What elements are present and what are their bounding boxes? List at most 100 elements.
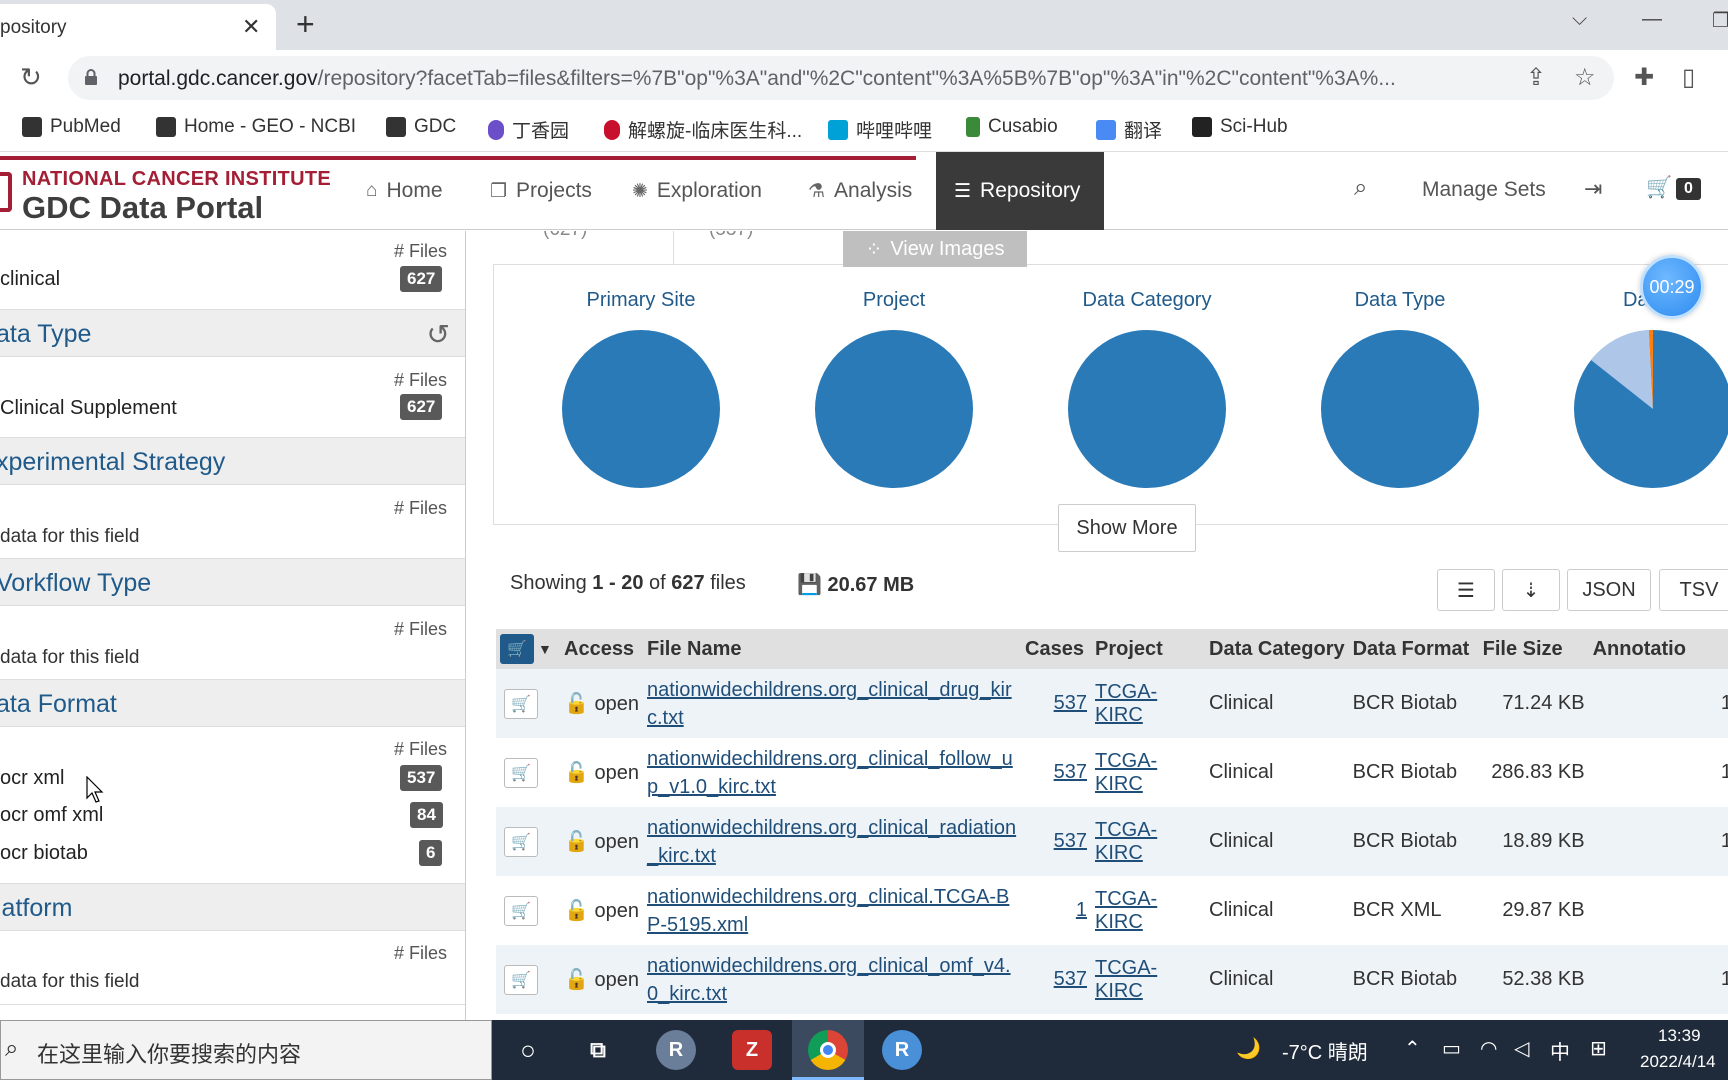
facet-term-bcr-xml[interactable]: ocr xml (0, 767, 64, 790)
tab-close-icon[interactable]: ✕ (242, 14, 260, 40)
facet-header-experimental-strategy[interactable]: xperimental Strategy (0, 437, 465, 485)
columns-menu-button[interactable]: ☰ (1437, 569, 1495, 611)
bookmark-jieluoxuan[interactable]: 解螺旋-临床医生科... (604, 116, 802, 143)
manage-sets-link[interactable]: Manage Sets (1422, 178, 1546, 202)
share-icon[interactable]: ⇪ (1526, 63, 1546, 92)
nci-title[interactable]: NATIONAL CANCER INSTITUTE (22, 168, 331, 191)
weather-moon-icon[interactable]: 🌙 (1236, 1036, 1261, 1061)
pie-data-type[interactable] (1320, 329, 1480, 489)
col-file-name[interactable]: File Name (643, 629, 1021, 669)
bookmark-geo[interactable]: Home - GEO - NCBI (156, 116, 356, 138)
url-text[interactable]: portal.gdc.cancer.gov/repository?facetTa… (118, 67, 1498, 91)
rstudio-icon[interactable]: R (656, 1030, 696, 1070)
col-data-format[interactable]: Data Format (1348, 629, 1479, 669)
add-to-cart-button[interactable]: 🛒 (504, 757, 538, 788)
add-to-cart-button[interactable]: 🛒 (504, 688, 538, 719)
file-name-link[interactable]: nationwidechildrens.org_clinical_radiati… (647, 814, 1017, 870)
chrome-icon[interactable] (808, 1030, 848, 1070)
col-annotations[interactable]: Annotatio (1588, 629, 1728, 669)
project-link[interactable]: TCGA-KIRC (1095, 888, 1157, 933)
file-name-link[interactable]: nationwidechildrens.org_clinical_omf_v4.… (647, 952, 1017, 1008)
pie-data-format[interactable] (1573, 329, 1728, 489)
chevron-up-icon[interactable]: ⌃ (1404, 1036, 1421, 1061)
battery-icon[interactable]: ▭ (1442, 1036, 1461, 1061)
bookmark-translate[interactable]: 翻译 (1096, 116, 1162, 143)
cart-all-header[interactable]: 🛒 ▼ (496, 629, 560, 669)
cortana-icon[interactable]: ○ (508, 1030, 548, 1070)
pie-primary-site[interactable] (561, 329, 721, 489)
reload-icon[interactable]: ↻ (20, 62, 42, 93)
tab-count-cases[interactable]: (537) (709, 231, 753, 241)
project-link[interactable]: TCGA-KIRC (1095, 819, 1157, 864)
star-icon[interactable]: ☆ (1574, 63, 1596, 92)
ime-indicator[interactable]: 中 (1550, 1036, 1570, 1065)
volume-icon[interactable]: ◁ (1514, 1036, 1529, 1061)
file-name-link[interactable]: nationwidechildrens.org_clinical.TCGA-BP… (647, 883, 1017, 939)
r-app-icon[interactable]: R (882, 1030, 922, 1070)
add-to-cart-button[interactable]: 🛒 (504, 826, 538, 857)
file-name-link[interactable]: nationwidechildrens.org_clinical_drug_ki… (647, 676, 1017, 732)
wifi-icon[interactable]: ◠ (1480, 1036, 1497, 1061)
pie-project[interactable] (814, 329, 974, 489)
view-images-button[interactable]: ⁘ View Images (843, 231, 1027, 267)
portal-title[interactable]: GDC Data Portal (22, 190, 263, 226)
bookmark-cusabio[interactable]: Cusabio (966, 116, 1058, 138)
clock-date[interactable]: 2022/4/14 (1640, 1052, 1716, 1072)
facet-header-platform[interactable]: latform (0, 883, 465, 931)
browser-tab[interactable]: pository ✕ (0, 4, 276, 50)
extensions-icon[interactable]: ✚ (1634, 63, 1654, 92)
nav-repository[interactable]: ☰ Repository (936, 152, 1104, 230)
col-cases[interactable]: Cases (1021, 629, 1091, 669)
keyboard-grid-icon[interactable]: ⊞ (1590, 1036, 1607, 1061)
project-link[interactable]: TCGA-KIRC (1095, 750, 1157, 795)
facet-term-bcr-biotab[interactable]: ocr biotab (0, 842, 88, 865)
col-access[interactable]: Access (560, 629, 643, 669)
cases-link[interactable]: 537 (1054, 968, 1087, 990)
col-project[interactable]: Project (1091, 629, 1205, 669)
bookmark-scihub[interactable]: Sci-Hub (1192, 116, 1288, 138)
nav-exploration[interactable]: ✺ Exploration (614, 152, 780, 230)
project-link[interactable]: TCGA-KIRC (1095, 957, 1157, 1002)
json-button[interactable]: JSON (1567, 569, 1651, 611)
tab-search-chevron-icon[interactable]: ⌵ (1572, 8, 1587, 31)
facet-header-data-type[interactable]: ata Type ↺ (0, 309, 465, 357)
cases-link[interactable]: 1 (1076, 899, 1087, 921)
recording-timer[interactable]: 00:29 (1640, 255, 1704, 319)
bookmark-pubmed[interactable]: PubMed (22, 116, 121, 138)
bookmark-dxy[interactable]: 丁香园 (488, 116, 569, 143)
sort-button[interactable]: ⇣ (1502, 569, 1560, 611)
taskbar-search[interactable]: ⌕ 在这里输入你要搜索的内容 (0, 1020, 492, 1080)
pie-data-category[interactable] (1067, 329, 1227, 489)
file-name-link[interactable]: nationwidechildrens.org_clinical_follow_… (647, 745, 1017, 801)
facet-term-clinical[interactable]: clinical (0, 268, 60, 291)
cart-icon[interactable]: 🛒 (1646, 176, 1672, 200)
chevron-down-icon[interactable]: ▼ (538, 641, 552, 657)
cart-icon[interactable]: 🛒 (500, 634, 534, 664)
sidepanel-icon[interactable]: ▯ (1682, 63, 1695, 92)
add-to-cart-button[interactable]: 🛒 (504, 895, 538, 926)
restore-icon[interactable]: ❐ (1712, 8, 1728, 33)
project-link[interactable]: TCGA-KIRC (1095, 681, 1157, 726)
tab-count-files[interactable]: (627) (543, 231, 587, 241)
facet-header-data-format[interactable]: ata Format (0, 679, 465, 727)
nav-analysis[interactable]: ⚗ Analysis (790, 152, 930, 230)
nav-home[interactable]: ⌂ Home (348, 152, 461, 230)
facet-term-bcr-omf-xml[interactable]: ocr omf xml (0, 804, 103, 827)
login-icon[interactable]: ⇥ (1584, 176, 1602, 202)
facet-term-clinical-supplement[interactable]: Clinical Supplement (0, 397, 177, 420)
show-more-button[interactable]: Show More (1058, 504, 1196, 552)
cases-link[interactable]: 537 (1054, 830, 1087, 852)
minimize-icon[interactable]: — (1642, 8, 1662, 31)
zotero-icon[interactable]: Z (732, 1030, 772, 1070)
nav-projects[interactable]: ❐ Projects (472, 152, 610, 230)
task-view-icon[interactable]: ⧉ (578, 1030, 618, 1070)
cases-link[interactable]: 537 (1054, 692, 1087, 714)
search-icon[interactable]: ⌕ (1354, 174, 1367, 202)
weather-text[interactable]: -7°C 晴朗 (1282, 1036, 1368, 1065)
bookmark-bilibili[interactable]: 哔哩哔哩 (828, 116, 932, 143)
tsv-button[interactable]: TSV (1659, 569, 1728, 611)
reset-icon[interactable]: ↺ (427, 318, 450, 351)
col-file-size[interactable]: File Size (1478, 629, 1589, 669)
col-data-category[interactable]: Data Category (1205, 629, 1349, 669)
facet-header-workflow-type[interactable]: Vorkflow Type (0, 558, 465, 606)
